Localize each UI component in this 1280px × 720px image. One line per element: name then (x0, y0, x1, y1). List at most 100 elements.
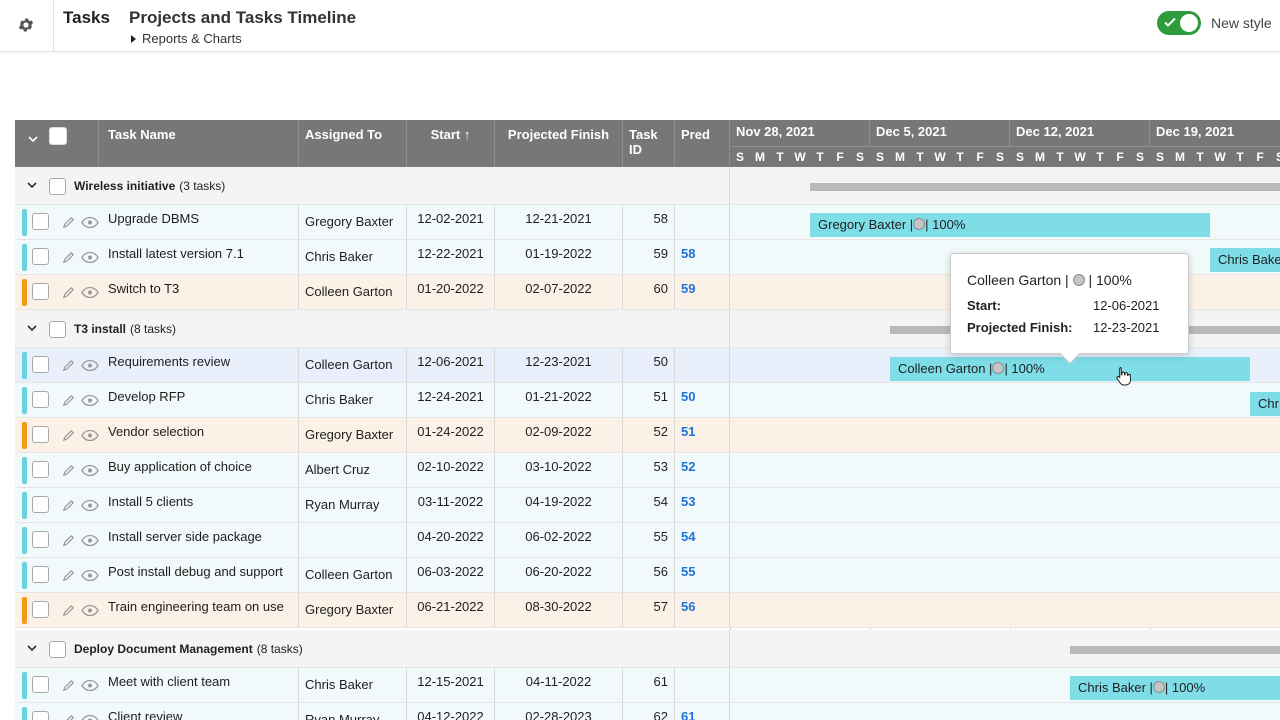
start-date[interactable]: 04-20-2022 (407, 523, 495, 557)
assigned-to[interactable]: Colleen Garton (299, 275, 407, 309)
finish-date[interactable]: 06-20-2022 (495, 558, 623, 592)
row-checkbox[interactable] (32, 248, 49, 265)
finish-date[interactable]: 02-28-2023 (495, 703, 623, 720)
predecessor-link[interactable] (675, 348, 730, 382)
predecessor-link[interactable]: 53 (675, 488, 730, 522)
row-checkbox[interactable] (32, 461, 49, 478)
finish-date[interactable]: 04-19-2022 (495, 488, 623, 522)
task-name[interactable]: Install 5 clients (99, 488, 299, 522)
task-bar[interactable]: Chr (1250, 392, 1280, 416)
row-checkbox[interactable] (32, 676, 49, 693)
predecessor-link[interactable]: 59 (675, 275, 730, 309)
column-header-start[interactable]: Start ↑ (407, 120, 495, 167)
start-date[interactable]: 12-24-2021 (407, 383, 495, 417)
collapse-all-icon[interactable] (27, 133, 39, 145)
column-header-task-id[interactable]: Task ID (623, 120, 675, 167)
eye-icon[interactable] (81, 569, 99, 582)
row-checkbox[interactable] (32, 711, 49, 720)
assigned-to[interactable]: Colleen Garton (299, 558, 407, 592)
row-checkbox[interactable] (32, 566, 49, 583)
assigned-to[interactable]: Gregory Baxter (299, 205, 407, 239)
predecessor-link[interactable] (675, 668, 730, 702)
start-date[interactable]: 12-06-2021 (407, 348, 495, 382)
table-row[interactable]: Install server side package 04-20-2022 06-… (15, 523, 1280, 558)
finish-date[interactable]: 04-11-2022 (495, 668, 623, 702)
task-name[interactable]: Client review (99, 703, 299, 720)
start-date[interactable]: 06-03-2022 (407, 558, 495, 592)
start-date[interactable]: 02-10-2022 (407, 453, 495, 487)
assigned-to[interactable]: Colleen Garton (299, 348, 407, 382)
table-row[interactable]: Buy application of choice Albert Cruz 02-1… (15, 453, 1280, 488)
breadcrumb[interactable]: Reports & Charts (131, 31, 242, 46)
pencil-icon[interactable] (61, 250, 76, 265)
row-checkbox[interactable] (32, 426, 49, 443)
start-date[interactable]: 12-02-2021 (407, 205, 495, 239)
eye-icon[interactable] (81, 464, 99, 477)
predecessor-link[interactable]: 55 (675, 558, 730, 592)
start-date[interactable]: 12-15-2021 (407, 668, 495, 702)
predecessor-link[interactable]: 50 (675, 383, 730, 417)
task-name[interactable]: Upgrade DBMS (99, 205, 299, 239)
finish-date[interactable]: 01-21-2022 (495, 383, 623, 417)
table-row[interactable]: Develop RFP Chris Baker 12-24-2021 01-21-20… (15, 383, 1280, 418)
select-all-checkbox[interactable] (49, 127, 67, 145)
row-checkbox[interactable] (32, 213, 49, 230)
table-row[interactable]: Train engineering team on use Gregory Bax… (15, 593, 1280, 628)
finish-date[interactable]: 03-10-2022 (495, 453, 623, 487)
finish-date[interactable]: 02-09-2022 (495, 418, 623, 452)
task-name[interactable]: Buy application of choice (99, 453, 299, 487)
task-name[interactable]: Switch to T3 (99, 275, 299, 309)
task-name[interactable]: Develop RFP (99, 383, 299, 417)
task-name[interactable]: Meet with client team (99, 668, 299, 702)
finish-date[interactable]: 02-07-2022 (495, 275, 623, 309)
task-bar[interactable]: Chris Baker (1210, 248, 1280, 272)
finish-date[interactable]: 01-19-2022 (495, 240, 623, 274)
task-name[interactable]: Vendor selection (99, 418, 299, 452)
assigned-to[interactable]: Gregory Baxter (299, 593, 407, 627)
finish-date[interactable]: 12-21-2021 (495, 205, 623, 239)
assigned-to[interactable]: Ryan Murray (299, 703, 407, 720)
eye-icon[interactable] (81, 679, 99, 692)
predecessor-link[interactable] (675, 205, 730, 239)
task-name[interactable]: Install latest version 7.1 (99, 240, 299, 274)
start-date[interactable]: 03-11-2022 (407, 488, 495, 522)
gear-icon[interactable] (17, 16, 35, 34)
finish-date[interactable]: 08-30-2022 (495, 593, 623, 627)
predecessor-link[interactable]: 58 (675, 240, 730, 274)
task-name[interactable]: Requirements review (99, 348, 299, 382)
table-row[interactable]: Client review Ryan Murray 04-12-2022 02-28-… (15, 703, 1280, 720)
assigned-to[interactable]: Gregory Baxter (299, 418, 407, 452)
pencil-icon[interactable] (61, 603, 76, 618)
eye-icon[interactable] (81, 714, 99, 720)
pencil-icon[interactable] (61, 428, 76, 443)
table-row[interactable]: Post install debug and support Colleen Ga… (15, 558, 1280, 593)
predecessor-link[interactable]: 54 (675, 523, 730, 557)
assigned-to[interactable]: Chris Baker (299, 383, 407, 417)
eye-icon[interactable] (81, 499, 99, 512)
task-name[interactable]: Install server side package (99, 523, 299, 557)
eye-icon[interactable] (81, 251, 99, 264)
eye-icon[interactable] (81, 604, 99, 617)
table-row[interactable]: Vendor selection Gregory Baxter 01-24-2022… (15, 418, 1280, 453)
row-checkbox[interactable] (32, 531, 49, 548)
column-header-assigned-to[interactable]: Assigned To (299, 120, 407, 167)
predecessor-link[interactable]: 61 (675, 703, 730, 720)
pencil-icon[interactable] (61, 498, 76, 513)
pencil-icon[interactable] (61, 678, 76, 693)
eye-icon[interactable] (81, 394, 99, 407)
column-header-projected-finish[interactable]: Projected Finish (495, 120, 623, 167)
pencil-icon[interactable] (61, 463, 76, 478)
row-checkbox[interactable] (32, 601, 49, 618)
row-checkbox[interactable] (32, 496, 49, 513)
eye-icon[interactable] (81, 534, 99, 547)
task-name[interactable]: Train engineering team on use (99, 593, 299, 627)
predecessor-link[interactable]: 56 (675, 593, 730, 627)
new-style-toggle[interactable] (1157, 11, 1201, 35)
pencil-icon[interactable] (61, 215, 76, 230)
task-bar[interactable]: Gregory Baxter | | 100% (810, 213, 1210, 237)
assigned-to[interactable]: Ryan Murray (299, 488, 407, 522)
column-header-pred[interactable]: Pred (675, 120, 730, 167)
assigned-to[interactable]: Chris Baker (299, 668, 407, 702)
table-row[interactable]: Install 5 clients Ryan Murray 03-11-2022 04… (15, 488, 1280, 523)
pencil-icon[interactable] (61, 568, 76, 583)
